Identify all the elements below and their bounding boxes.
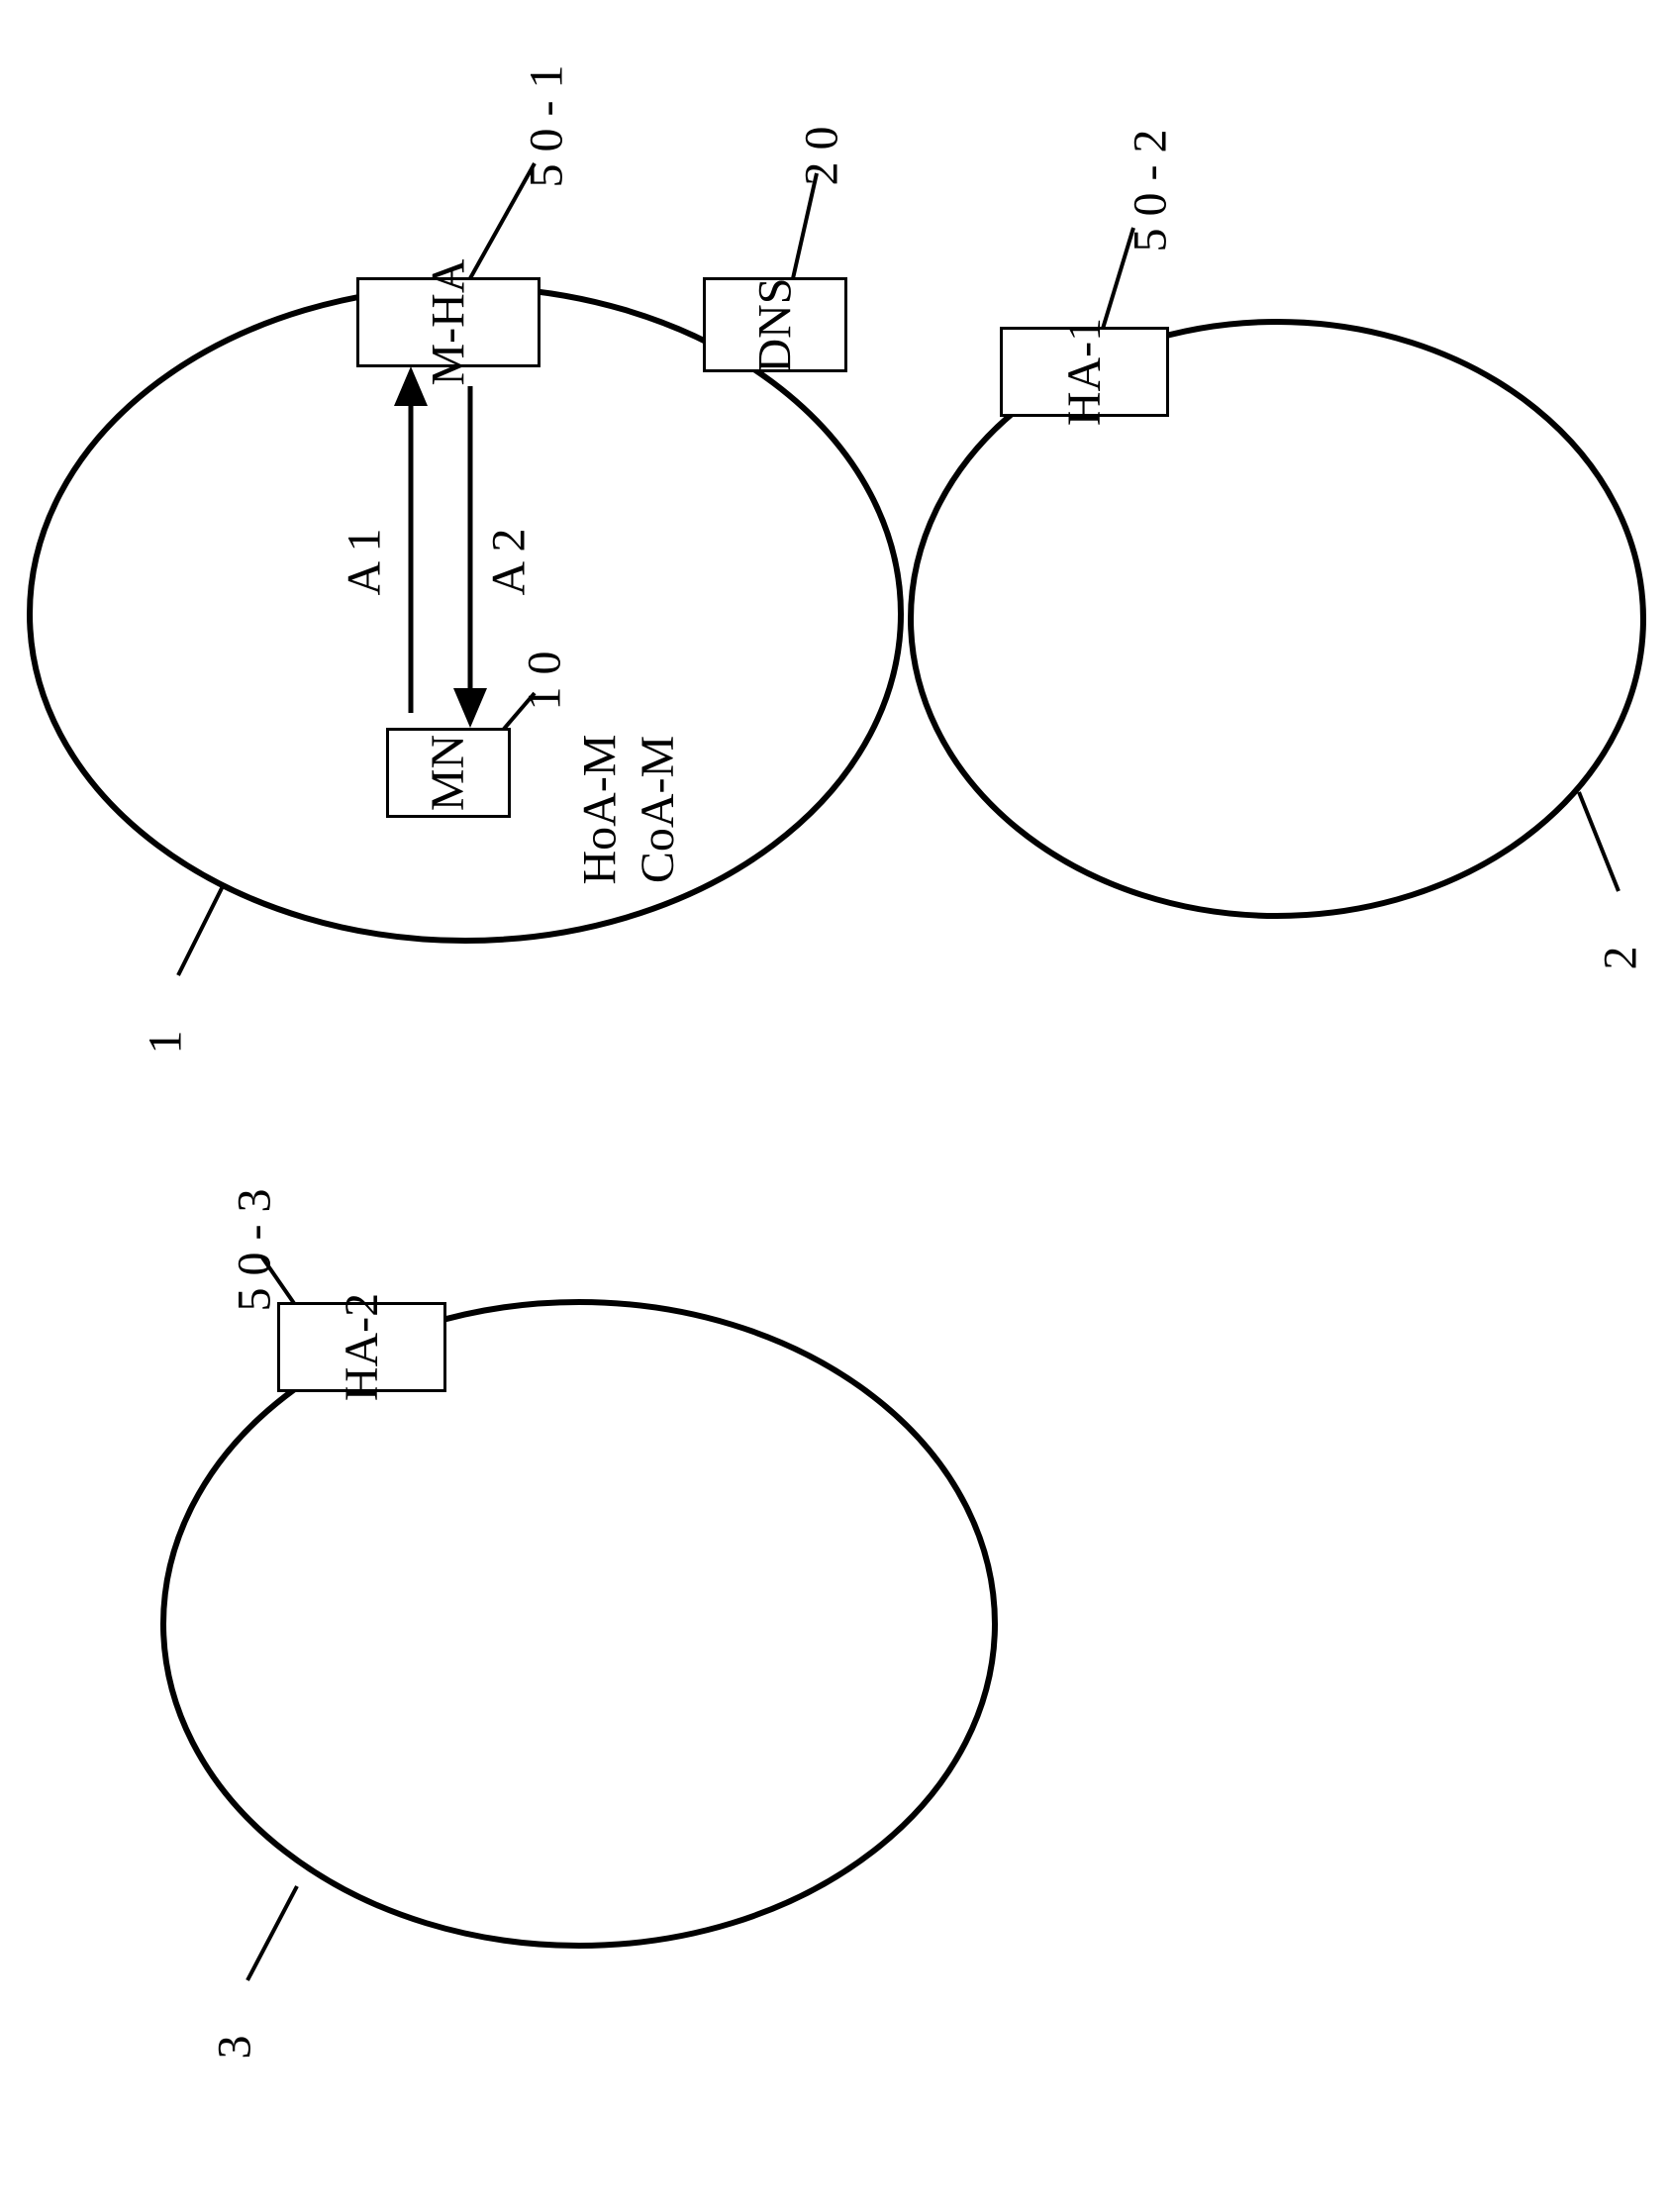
ha2-box: HA-2 bbox=[277, 1302, 446, 1392]
mn-label: MN bbox=[422, 735, 476, 811]
leader-net2 bbox=[1579, 792, 1619, 891]
leader-net1 bbox=[178, 886, 223, 975]
ha2-ref: 5 0 - 3 bbox=[227, 1189, 281, 1312]
mn-addr1: HoA-M bbox=[573, 735, 628, 885]
dns-box: DNS bbox=[703, 277, 847, 372]
arrow-a1 bbox=[394, 366, 428, 713]
net2-ref: 2 bbox=[1594, 947, 1648, 970]
net3-ref: 3 bbox=[208, 2036, 262, 2060]
ha1-label: HA-1 bbox=[1057, 318, 1112, 426]
ha2-label: HA-2 bbox=[335, 1293, 389, 1401]
dns-label: DNS bbox=[748, 277, 803, 372]
mha-box: M-HA bbox=[356, 277, 540, 367]
leader-net3 bbox=[247, 1886, 297, 1980]
arrow-a1-label: A 1 bbox=[338, 528, 392, 595]
ha1-box: HA-1 bbox=[1000, 327, 1169, 417]
net1-ref: 1 bbox=[139, 1031, 193, 1055]
mn-addr2: CoA-M bbox=[631, 736, 685, 883]
mn-ref: 1 0 bbox=[518, 652, 572, 711]
network-3-ellipse bbox=[163, 1302, 995, 1946]
arrow-a2-label: A 2 bbox=[482, 528, 537, 595]
mha-label: M-HA bbox=[422, 259, 476, 386]
mn-box: MN bbox=[386, 728, 511, 818]
ha1-ref: 5 0 - 2 bbox=[1123, 130, 1177, 252]
dns-ref: 2 0 bbox=[795, 127, 849, 186]
mha-ref: 5 0 - 1 bbox=[519, 65, 573, 188]
